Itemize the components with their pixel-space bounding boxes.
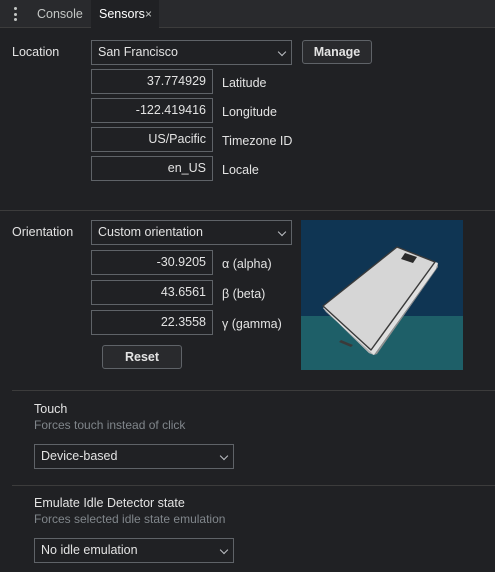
longitude-input[interactable]: -122.419416 — [91, 98, 213, 123]
section-divider — [0, 210, 495, 211]
orientation-select-value: Custom orientation — [98, 225, 203, 239]
chevron-down-icon — [277, 227, 287, 237]
touch-select-value: Device-based — [41, 449, 118, 463]
phone-icon[interactable] — [301, 220, 463, 370]
locale-input[interactable]: en_US — [91, 156, 213, 181]
locale-label: Locale — [222, 163, 259, 177]
close-icon[interactable]: × — [145, 0, 152, 28]
idle-select-value: No idle emulation — [41, 543, 138, 557]
location-select[interactable]: San Francisco — [91, 40, 292, 65]
idle-select[interactable]: No idle emulation — [34, 538, 234, 563]
manage-button[interactable]: Manage — [302, 40, 372, 64]
orientation-preview[interactable] — [301, 220, 463, 370]
tab-sensors[interactable]: Sensors × — [91, 0, 159, 28]
kebab-menu-icon[interactable] — [9, 7, 21, 21]
chevron-down-icon — [219, 451, 229, 461]
location-select-value: San Francisco — [98, 45, 178, 59]
latitude-input[interactable]: 37.774929 — [91, 69, 213, 94]
idle-title: Emulate Idle Detector state — [34, 496, 185, 510]
tab-console[interactable]: Console — [37, 0, 83, 28]
gamma-label: γ (gamma) — [222, 317, 282, 331]
orientation-label: Orientation — [12, 225, 74, 239]
section-divider — [12, 485, 495, 486]
location-label: Location — [12, 45, 60, 59]
reset-button[interactable]: Reset — [102, 345, 182, 369]
chevron-down-icon — [219, 545, 229, 555]
tab-bar: Console Sensors × — [0, 0, 495, 28]
beta-input[interactable]: 43.6561 — [91, 280, 213, 305]
tab-sensors-label: Sensors — [99, 7, 145, 21]
gamma-input[interactable]: 22.3558 — [91, 310, 213, 335]
timezone-input[interactable]: US/Pacific — [91, 127, 213, 152]
alpha-input[interactable]: -30.9205 — [91, 250, 213, 275]
beta-label: β (beta) — [222, 287, 266, 301]
orientation-select[interactable]: Custom orientation — [91, 220, 292, 245]
latitude-label: Latitude — [222, 76, 267, 90]
section-divider — [12, 390, 495, 391]
touch-hint: Forces touch instead of click — [34, 418, 186, 432]
timezone-label: Timezone ID — [222, 134, 293, 148]
touch-title: Touch — [34, 402, 68, 416]
alpha-label: α (alpha) — [222, 257, 272, 271]
idle-hint: Forces selected idle state emulation — [34, 512, 226, 526]
longitude-label: Longitude — [222, 105, 277, 119]
chevron-down-icon — [277, 47, 287, 57]
touch-select[interactable]: Device-based — [34, 444, 234, 469]
